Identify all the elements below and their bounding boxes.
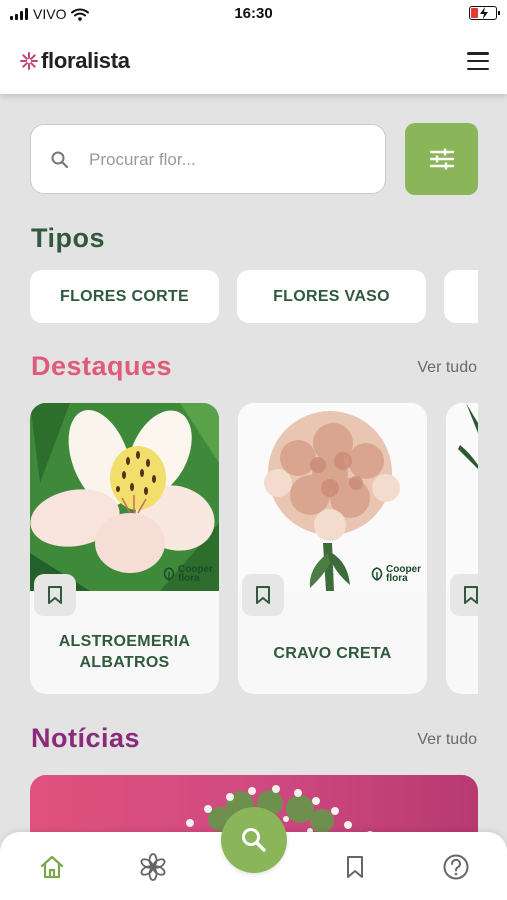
type-chip-flores-vaso[interactable]: FLORES VASO — [237, 270, 426, 323]
nav-flowers[interactable] — [138, 852, 168, 882]
bookmark-icon — [464, 586, 478, 604]
nav-saved[interactable] — [340, 852, 370, 882]
bookmark-icon — [256, 586, 270, 604]
section-title-noticias: Notícias — [31, 723, 141, 753]
search-icon — [51, 151, 69, 169]
help-icon — [443, 854, 469, 880]
product-card-partial[interactable] — [446, 403, 478, 694]
bookmark-button[interactable] — [34, 574, 76, 616]
search-bar — [30, 124, 386, 194]
product-image-partial — [446, 403, 478, 591]
search-fab-button[interactable] — [221, 807, 287, 873]
product-card[interactable]: Cooper flora CRAVO CRETA — [238, 403, 427, 694]
search-input[interactable] — [89, 145, 369, 175]
flower-icon — [140, 853, 166, 881]
see-all-noticias-link[interactable]: Ver tudo — [417, 731, 477, 749]
section-title-tipos: Tipos — [31, 223, 106, 253]
bookmark-icon — [48, 586, 62, 604]
app-header: floralista — [0, 30, 507, 94]
search-icon — [242, 828, 266, 852]
bookmark-button[interactable] — [242, 574, 284, 616]
filter-button[interactable] — [405, 123, 478, 195]
app-logo[interactable]: floralista — [20, 48, 130, 74]
sliders-icon — [429, 148, 454, 170]
bookmark-icon — [347, 856, 363, 878]
product-name: CRAVO CRETA — [273, 645, 392, 662]
product-image-cravo — [238, 403, 427, 591]
home-icon — [40, 855, 64, 879]
see-all-destaques-link[interactable]: Ver tudo — [417, 359, 477, 377]
product-card[interactable]: Cooper flora ALSTROEMERIA ALBATROS — [30, 403, 219, 694]
section-title-destaques: Destaques — [31, 351, 173, 381]
logo-text: floralista — [41, 48, 130, 73]
battery-icon — [469, 6, 500, 20]
status-bar: VIVO 16:30 — [0, 0, 507, 30]
hamburger-menu-icon[interactable] — [467, 52, 489, 70]
nav-home[interactable] — [37, 852, 67, 882]
product-name: ALSTROEMERIA ALBATROS — [58, 633, 191, 671]
brand-logo-cooperflora: Cooper flora — [162, 565, 213, 584]
brand-logo-cooperflora: Cooper flora — [370, 565, 421, 584]
type-chip-flores-corte[interactable]: FLORES CORTE — [30, 270, 219, 323]
product-image-alstroemeria — [30, 403, 219, 591]
bookmark-button[interactable] — [450, 574, 478, 616]
nav-help[interactable] — [441, 852, 471, 882]
type-chip-partial[interactable] — [444, 270, 478, 323]
clock: 16:30 — [234, 5, 273, 22]
flower-asterisk-icon — [20, 52, 38, 70]
